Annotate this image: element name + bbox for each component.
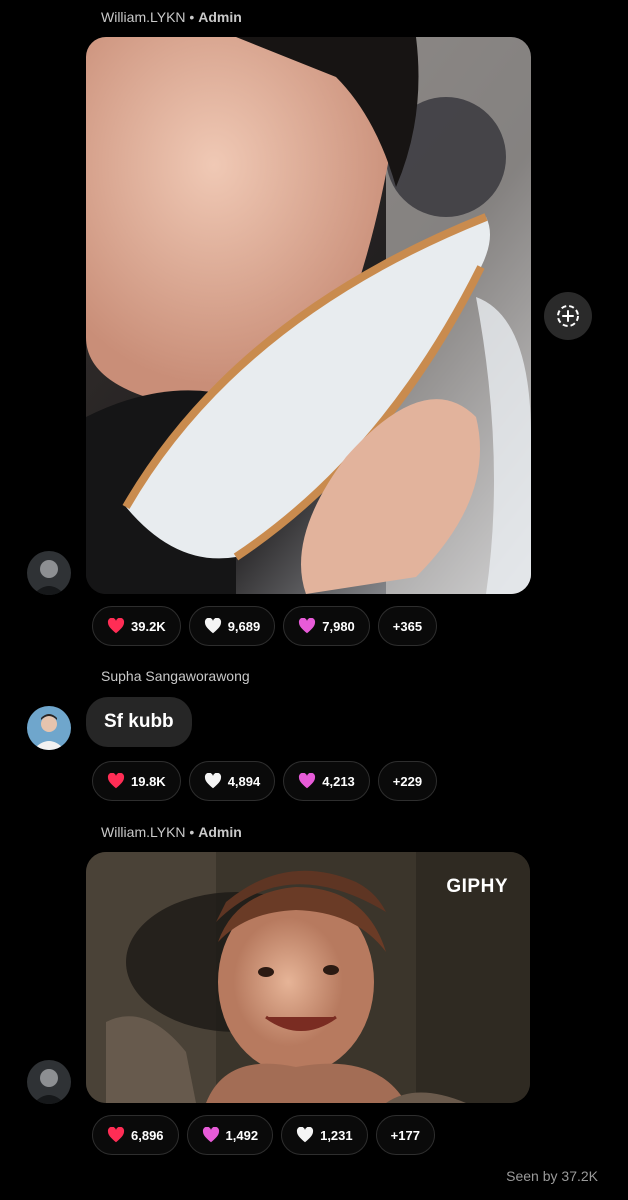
sender-name[interactable]: William.LYKN [101, 824, 186, 840]
white-heart-icon [204, 618, 221, 634]
white-heart-icon [297, 1127, 314, 1143]
reaction-pill[interactable]: 7,980 [283, 606, 370, 646]
avatar-image [27, 1060, 71, 1104]
message-text: Sf kubb [104, 711, 174, 732]
reaction-bar: 39.2K 9,689 7,980 +365 [92, 606, 438, 646]
reaction-pill[interactable]: 6,896 [92, 1115, 179, 1155]
giphy-watermark: GIPHY [446, 876, 508, 897]
avatar[interactable] [27, 706, 71, 750]
gif-message[interactable]: GIPHY [86, 852, 530, 1103]
sender-label: William.LYKN • Admin [101, 9, 242, 25]
reaction-pill[interactable]: 39.2K [92, 606, 181, 646]
reaction-count: 6,896 [131, 1127, 164, 1143]
sender-name[interactable]: Supha Sangaworawong [101, 668, 250, 684]
avatar[interactable] [27, 1060, 71, 1104]
sender-label: William.LYKN • Admin [101, 824, 242, 840]
reaction-count: 39.2K [131, 618, 166, 634]
reaction-pill[interactable]: 1,231 [281, 1115, 368, 1155]
pink-heart-icon [299, 773, 316, 789]
reaction-pill[interactable]: 1,492 [186, 1115, 274, 1155]
reaction-pill[interactable]: 4,213 [283, 761, 370, 801]
red-heart-icon [107, 773, 125, 789]
reaction-bar: 6,896 1,492 1,231 +177 [92, 1115, 435, 1155]
dashed-plus-circle-icon [557, 305, 579, 327]
white-heart-icon [204, 773, 221, 789]
reaction-bar: 19.8K 4,894 4,213 +229 [92, 761, 438, 801]
more-reactions-count: +365 [392, 618, 423, 634]
reaction-count: 1,231 [320, 1127, 353, 1143]
sender-role: Admin [198, 824, 242, 840]
pink-heart-icon [299, 618, 316, 634]
sender-name[interactable]: William.LYKN [101, 9, 186, 25]
avatar-image [27, 551, 71, 595]
reaction-count: 4,894 [227, 773, 261, 789]
avatar-image [27, 706, 71, 750]
reaction-count: 9,689 [227, 618, 261, 634]
red-heart-icon [107, 618, 125, 634]
avatar[interactable] [27, 551, 71, 595]
seen-by-label[interactable]: Seen by 37.2K [506, 1168, 598, 1184]
photo-message[interactable] [86, 37, 531, 594]
add-reaction-button[interactable] [544, 292, 592, 340]
photo-image [86, 37, 531, 594]
message-bubble[interactable]: Sf kubb [86, 697, 192, 747]
reaction-count: 1,492 [225, 1127, 259, 1143]
more-reactions-count: +229 [392, 773, 423, 789]
more-reactions-pill[interactable]: +365 [377, 606, 438, 646]
reaction-count: 4,213 [322, 773, 355, 789]
pink-heart-icon [202, 1127, 219, 1143]
reaction-pill[interactable]: 9,689 [188, 606, 276, 646]
reaction-count: 19.8K [131, 773, 166, 789]
reaction-pill[interactable]: 4,894 [188, 761, 276, 801]
more-reactions-pill[interactable]: +229 [377, 761, 438, 801]
reaction-count: 7,980 [322, 618, 355, 634]
reaction-pill[interactable]: 19.8K [92, 761, 181, 801]
more-reactions-pill[interactable]: +177 [375, 1115, 435, 1155]
sender-role: Admin [198, 9, 242, 25]
more-reactions-count: +177 [390, 1127, 420, 1143]
sender-label: Supha Sangaworawong [101, 668, 250, 684]
red-heart-icon [107, 1127, 125, 1143]
